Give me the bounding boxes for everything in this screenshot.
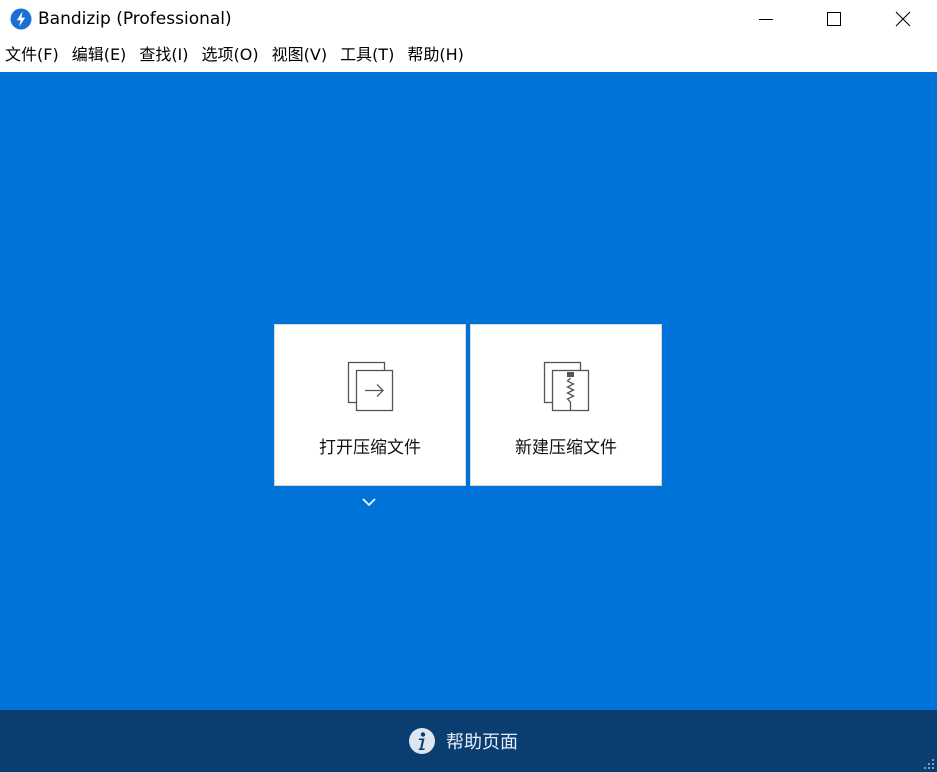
window-title: Bandizip (Professional) <box>38 9 232 29</box>
menu-file[interactable]: 文件(F) <box>0 38 66 72</box>
maximize-icon <box>827 12 841 26</box>
menu-view[interactable]: 视图(V) <box>266 38 334 72</box>
title-bar[interactable]: Bandizip (Professional) <box>0 0 937 38</box>
resize-grip-icon[interactable] <box>921 756 935 770</box>
chevron-down-icon[interactable] <box>361 496 377 508</box>
main-panel: 打开压缩文件 新建压缩文件 <box>0 72 937 710</box>
minimize-button[interactable] <box>731 0 801 38</box>
close-button[interactable] <box>868 0 937 38</box>
menu-edit[interactable]: 编辑(E) <box>66 38 134 72</box>
menu-find[interactable]: 查找(I) <box>133 38 195 72</box>
help-page-label: 帮助页面 <box>446 732 518 753</box>
menu-options[interactable]: 选项(O) <box>196 38 266 72</box>
new-archive-icon <box>543 361 590 412</box>
bandizip-logo-icon <box>10 8 32 30</box>
new-archive-label: 新建压缩文件 <box>515 438 617 458</box>
minimize-icon <box>759 19 773 20</box>
help-page-link[interactable]: 帮助页面 <box>408 726 518 756</box>
bandizip-window: Bandizip (Professional) 文件(F) 编辑(E) 查找(I… <box>0 0 937 772</box>
open-archive-label: 打开压缩文件 <box>319 438 421 458</box>
info-icon <box>409 728 435 754</box>
open-archive-button[interactable]: 打开压缩文件 <box>274 324 466 486</box>
footer-bar: 帮助页面 <box>0 710 937 772</box>
maximize-button[interactable] <box>799 0 869 38</box>
close-icon <box>895 11 911 27</box>
menu-help[interactable]: 帮助(H) <box>401 38 471 72</box>
menu-tools[interactable]: 工具(T) <box>334 38 401 72</box>
menu-bar: 文件(F) 编辑(E) 查找(I) 选项(O) 视图(V) 工具(T) 帮助(H… <box>0 38 937 72</box>
new-archive-button[interactable]: 新建压缩文件 <box>470 324 662 486</box>
open-archive-icon <box>347 361 394 412</box>
